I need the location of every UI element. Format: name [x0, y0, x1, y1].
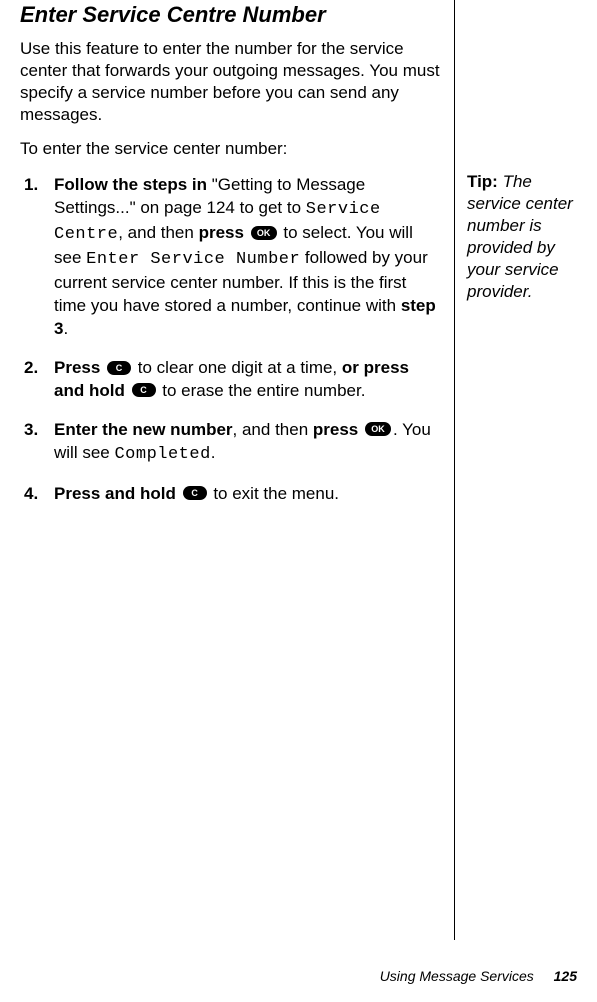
- steps-list: Follow the steps in "Getting to Message …: [20, 174, 440, 505]
- step2-text2: to erase the entire number.: [158, 381, 366, 400]
- step1-text3: , and then: [118, 223, 198, 242]
- c-key-icon: C: [132, 383, 156, 397]
- page-heading: Enter Service Centre Number: [20, 2, 440, 28]
- step4-text1: to exit the menu.: [209, 484, 339, 503]
- step-1: Follow the steps in "Getting to Message …: [48, 174, 440, 341]
- step2-text1: to clear one digit at a time,: [133, 358, 342, 377]
- main-column: Enter Service Centre Number Use this fea…: [20, 0, 440, 522]
- step-2: Press C to clear one digit at a time, or…: [48, 357, 440, 403]
- step3-lcd-completed: Completed: [114, 445, 210, 464]
- c-key-icon: C: [183, 486, 207, 500]
- step1-bold-press: press: [199, 223, 249, 242]
- step1-lcd-enter-service-number: Enter Service Number: [86, 250, 300, 269]
- ok-key-icon: OK: [365, 422, 391, 436]
- page-footer: Using Message Services 125: [380, 968, 577, 984]
- step3-bold-press: press: [313, 420, 363, 439]
- tip-label: Tip:: [467, 172, 503, 191]
- step4-bold-press-hold: Press and hold: [54, 484, 181, 503]
- step3-text3: .: [211, 443, 216, 462]
- step1-text6: .: [63, 319, 68, 338]
- step3-text1: , and then: [233, 420, 313, 439]
- lead-in: To enter the service center number:: [20, 138, 440, 160]
- step-3: Enter the new number, and then press OK.…: [48, 419, 440, 467]
- footer-page-number: 125: [554, 968, 577, 984]
- step-4: Press and hold C to exit the menu.: [48, 483, 440, 506]
- vertical-divider: [454, 0, 455, 940]
- step2-bold-press: Press: [54, 358, 105, 377]
- step3-bold-enter: Enter the new number: [54, 420, 233, 439]
- intro-paragraph: Use this feature to enter the number for…: [20, 38, 440, 126]
- ok-key-icon: OK: [251, 226, 277, 240]
- tip-sidebar: Tip: The service center number is provid…: [467, 171, 582, 304]
- c-key-icon: C: [107, 361, 131, 375]
- tip-text: The service center number is provided by…: [467, 172, 573, 301]
- tip-block: Tip: The service center number is provid…: [467, 171, 582, 304]
- step1-bold1: Follow the steps in: [54, 175, 212, 194]
- footer-section-name: Using Message Services: [380, 968, 534, 984]
